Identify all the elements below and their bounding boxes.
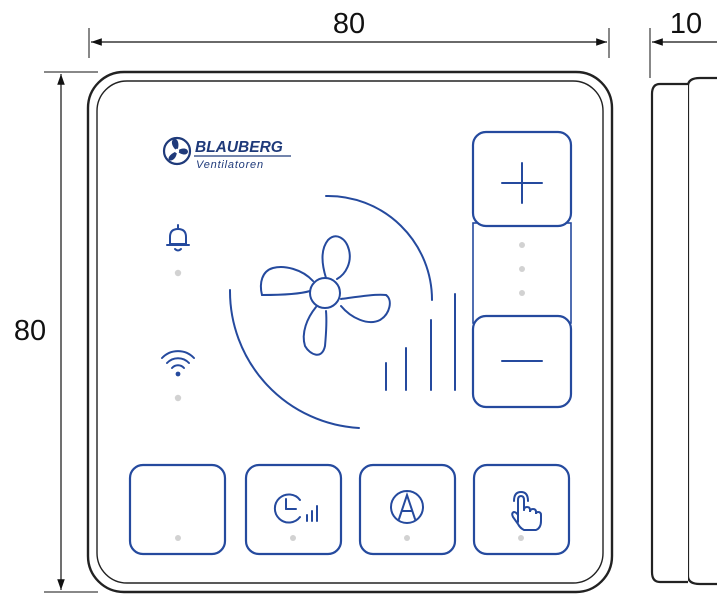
width-dimension: 80 (88, 8, 610, 58)
height-label: 80 (14, 315, 46, 347)
blank-button[interactable] (128, 463, 227, 556)
brand-subtitle: Ventilatoren (196, 159, 264, 171)
width-label: 80 (333, 8, 365, 40)
depth-label: 10 (670, 8, 702, 40)
brand-name: BLAUBERG (195, 139, 283, 156)
speed-led-1 (519, 242, 525, 248)
auto-mode-button[interactable] (358, 463, 457, 556)
depth-dimension: 10 (649, 8, 717, 78)
timer-button[interactable] (244, 463, 343, 556)
touch-button-led (518, 535, 524, 541)
auto-button-led (404, 535, 410, 541)
side-profile (650, 76, 717, 586)
speed-control (471, 130, 573, 409)
height-dimension: 80 (14, 71, 98, 593)
wifi-led (174, 394, 182, 402)
touch-button[interactable] (472, 463, 571, 556)
timer-button-led (290, 535, 296, 541)
controller-drawing: 80 80 10 BLAUBERG Ventilatoren (14, 8, 717, 594)
blank-button-led (175, 535, 181, 541)
speed-decrease-button[interactable] (471, 314, 573, 409)
speed-led-2 (519, 266, 525, 272)
speed-increase-button[interactable] (471, 130, 573, 228)
alarm-led (174, 269, 182, 277)
speed-led-3 (519, 290, 525, 296)
